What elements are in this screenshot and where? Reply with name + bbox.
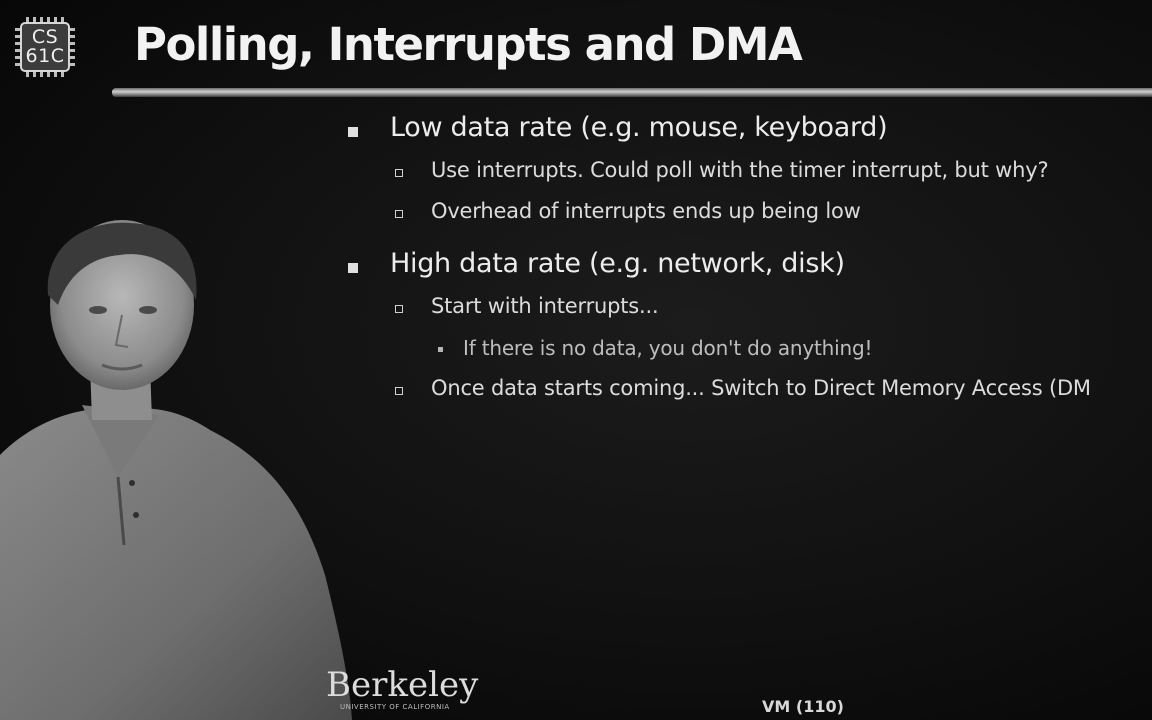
lecture-slide: CS 61C Polling, Interrupts and DMA Low d… [0,0,1152,720]
bullet-level-2: Start with interrupts... [431,294,659,318]
bullet-marker-icon [438,347,443,352]
bullet-level-2: Once data starts coming... Switch to Dir… [431,376,1091,400]
bullet-level-3: If there is no data, you don't do anythi… [463,336,873,360]
bullet-marker-icon [395,305,403,313]
bullet-level-1: Low data rate (e.g. mouse, keyboard) [390,112,888,143]
berkeley-logo: Berkeley [326,665,479,705]
bullet-marker-icon [395,387,403,395]
slide-page-label: VM (110) [762,697,844,716]
bullet-marker-icon [395,169,403,177]
bullet-list: Low data rate (e.g. mouse, keyboard) Use … [0,0,1152,720]
bullet-marker-icon [348,127,358,137]
berkeley-logo-subtitle: UNIVERSITY OF CALIFORNIA [340,703,450,711]
bullet-level-1: High data rate (e.g. network, disk) [390,248,845,279]
bullet-level-2: Use interrupts. Could poll with the time… [431,158,1049,182]
bullet-marker-icon [348,263,358,273]
bullet-marker-icon [395,210,403,218]
bullet-level-2: Overhead of interrupts ends up being low [431,199,861,223]
